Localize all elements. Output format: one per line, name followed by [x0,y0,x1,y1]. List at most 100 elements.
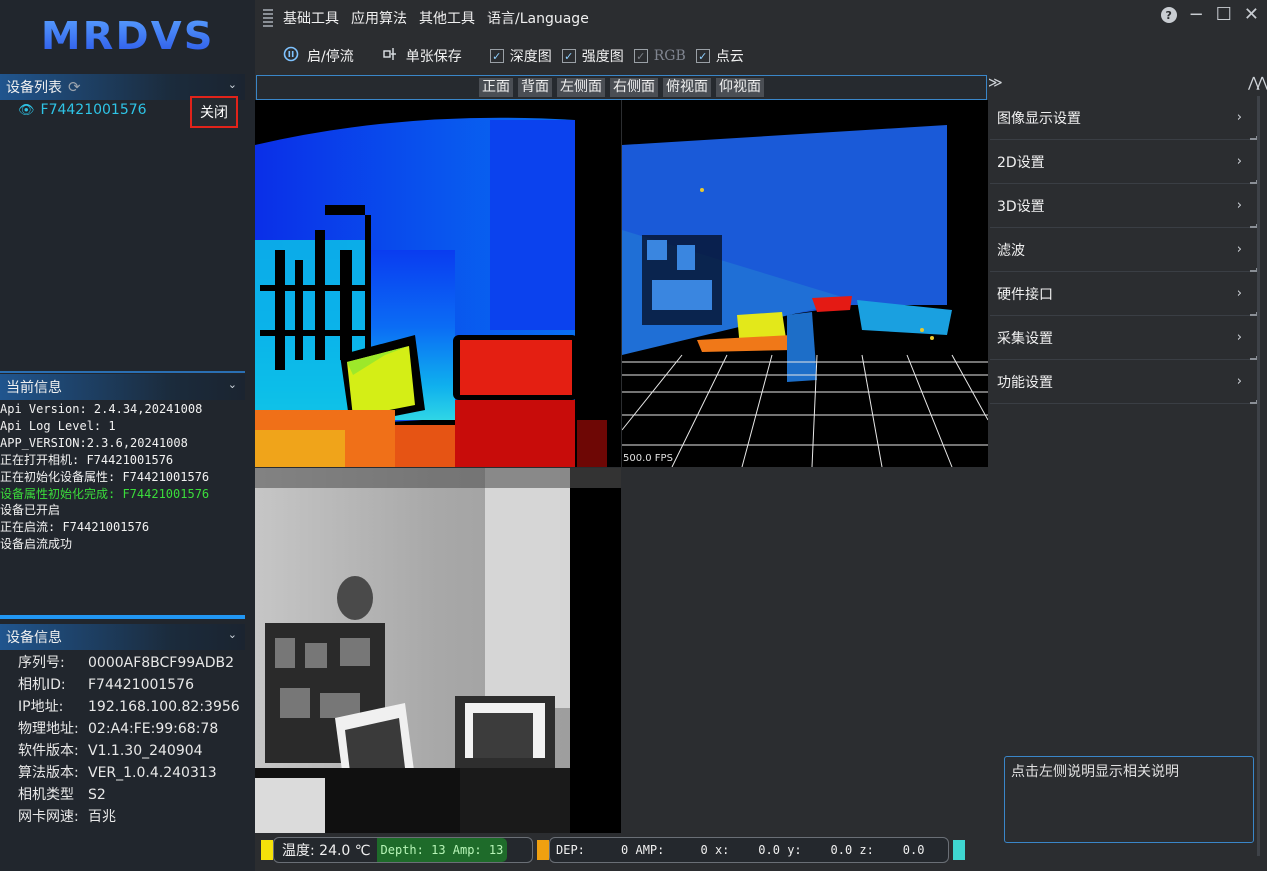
device-list-item[interactable]: 👁 F74421001576 [18,102,147,118]
view-top-button[interactable]: 俯视面 [663,78,711,97]
log-line: 设备已开启 [0,503,61,518]
depth-image-view[interactable] [255,100,621,467]
refresh-icon[interactable]: ⟳ [68,78,81,96]
depth-map-checkbox[interactable]: ✓ 深度图 [489,46,552,66]
app-logo: MRDVS [40,14,215,58]
menu-app-algorithms[interactable]: 应用算法 [351,8,407,28]
device-info-key: 算法版本: [18,765,79,781]
point-cloud-view[interactable] [622,100,988,467]
device-info-table: 序列号: 0000AF8BCF99ADB2 相机ID: F74421001576 IP地… [18,652,240,828]
pixel-readout-text: DEP: 0 AMP: 0 x: 0.0 y: 0.0 z: 0.0 [556,843,925,857]
log-line: 设备属性初始化完成: F74421001576 [0,486,210,501]
log-line: Api Log Level: 1 [0,418,116,433]
depth-amp-text: Depth: 13 Amp: 13 [376,838,508,862]
double-chevron-up-icon[interactable]: ⋀⋀ [1248,75,1267,91]
view-front-button[interactable]: 正面 [479,78,513,97]
log-line: 正在启流: F74421001576 [0,520,150,535]
device-info-key: IP地址: [18,699,64,715]
settings-item-label: 2D设置 [997,154,1045,171]
log-line: 正在打开相机: F74421001576 [0,452,174,467]
device-info-row: 网卡网速: 百兆 [18,806,240,828]
menu-basic-tools[interactable]: 基础工具 [283,8,339,28]
chevron-right-icon: › [1236,330,1242,345]
temperature-pill: 温度: 24.0 ℃ Depth: 13 Amp: 13 [273,837,533,863]
view-direction-bar: 正面 背面 左侧面 右侧面 俯视面 仰视面 [256,75,987,100]
settings-item[interactable]: 图像显示设置 › [990,96,1258,140]
menu-language[interactable]: 语言/Language [487,8,589,28]
menu-bar: 基础工具 应用算法 其他工具 语言/Language ? − ☐ ✕ [255,0,1267,36]
log-line: 正在初始化设备属性: F74421001576 [0,469,210,484]
device-info-value: F74421001576 [88,677,195,693]
current-info-header[interactable]: 当前信息 ⌄ [0,374,245,400]
point-cloud-checkbox[interactable]: ✓ 点云 [695,46,744,66]
window-controls: ? − ☐ ✕ [1160,6,1259,24]
view-left-button[interactable]: 左侧面 [557,78,605,97]
maximize-button[interactable]: ☐ [1216,6,1232,24]
settings-item-label: 功能设置 [997,374,1053,391]
fps-counter: 500.0 FPS [623,453,673,464]
scrollbar-track[interactable] [1257,96,1260,856]
settings-item[interactable]: 采集设置 › [990,316,1258,360]
settings-item-label: 3D设置 [997,198,1045,215]
stream-label: 启/停流 [307,49,354,65]
right-panel-header: ≫ ⋀⋀ [988,75,1267,95]
device-info-header[interactable]: 设备信息 ⌄ [0,624,245,650]
status-indicator-orange [537,840,549,860]
checkbox-label: RGB [653,48,686,64]
device-info-value: 0000AF8BCF99ADB2 [88,655,235,671]
log-output: Api Version: 2.4.34,20241008 Api Log Leve… [0,401,255,553]
checkbox-label: 强度图 [581,49,624,65]
chevron-down-icon[interactable]: ⌄ [228,78,237,91]
current-info-title: 当前信息 [6,380,62,396]
device-info-row: 软件版本: V1.1.30_240904 [18,740,240,762]
checkbox-label: 深度图 [509,49,552,65]
device-info-row: IP地址: 192.168.100.82:3956 [18,696,240,718]
device-info-key: 物理地址: [18,721,79,737]
close-window-button[interactable]: ✕ [1244,6,1259,24]
question-circle-icon[interactable]: ? [1160,7,1177,23]
settings-item[interactable]: 3D设置 › [990,184,1258,228]
close-device-button[interactable]: 关闭 [190,96,238,128]
toolbar: 启/停流 单张保存 ✓ 深度图 ✓ 强度图 ✓ RGB ✓ 点云 [255,40,1267,72]
settings-item[interactable]: 2D设置 › [990,140,1258,184]
status-indicator-yellow [261,840,273,860]
single-save-button[interactable]: 单张保存 [382,46,462,66]
device-info-key: 软件版本: [18,743,79,759]
device-id-label: F74421001576 [40,102,147,118]
device-info-row: 物理地址: 02:A4:FE:99:68:78 [18,718,240,740]
checkmark-icon: ✓ [561,49,576,63]
device-info-title: 设备信息 [6,630,62,646]
chevron-down-icon[interactable]: ⌄ [228,628,237,641]
eye-icon[interactable]: 👁 [18,103,35,118]
device-list-title: 设备列表 [6,80,62,96]
grip-icon[interactable] [263,9,273,27]
checkmark-icon: ✓ [489,49,504,63]
device-info-value: V1.1.30_240904 [88,743,203,759]
minimize-button[interactable]: − [1189,6,1204,24]
view-back-button[interactable]: 背面 [518,78,552,97]
device-info-value: 百兆 [88,809,116,825]
settings-item[interactable]: 功能设置 › [990,360,1258,404]
settings-item[interactable]: 滤波 › [990,228,1258,272]
chevron-right-icon: › [1236,374,1242,389]
empty-view [622,468,988,833]
settings-item[interactable]: 硬件接口 › [990,272,1258,316]
chevron-right-icon: › [1236,154,1242,169]
chevron-right-icon: › [1236,198,1242,213]
view-right-button[interactable]: 右侧面 [610,78,658,97]
intensity-map-checkbox[interactable]: ✓ 强度图 [561,46,624,66]
chevron-right-icon: › [1236,242,1242,257]
menu-other-tools[interactable]: 其他工具 [419,8,475,28]
help-description-box: 点击左侧说明显示相关说明 [1004,756,1254,843]
log-line: 设备启流成功 [0,537,73,552]
device-info-key: 网卡网速: [18,809,79,825]
chevron-right-icon: › [1236,110,1242,125]
device-info-key: 相机类型 [18,787,74,803]
rgb-checkbox: ✓ RGB [633,48,686,64]
intensity-image-view[interactable] [255,468,621,833]
view-bottom-button[interactable]: 仰视面 [716,78,764,97]
device-info-value: VER_1.0.4.240313 [88,765,217,781]
double-chevron-right-icon[interactable]: ≫ [988,75,1003,91]
start-stop-stream-button[interactable]: 启/停流 [283,46,354,66]
chevron-down-icon[interactable]: ⌄ [228,378,237,391]
